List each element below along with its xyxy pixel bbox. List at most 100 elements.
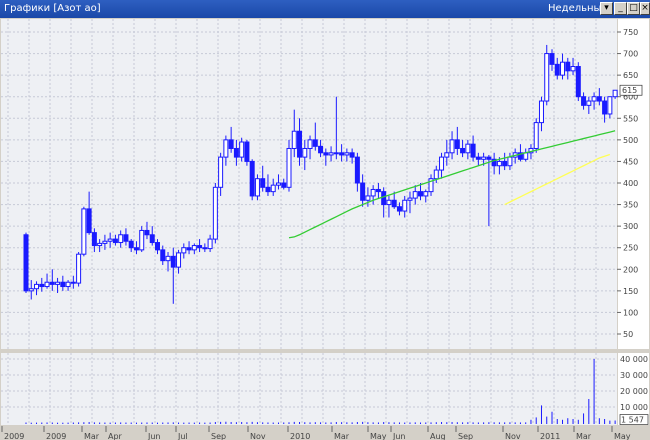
candle-down: [144, 229, 150, 236]
time-axis-label: 2009: [46, 432, 66, 440]
stock-chart[interactable]: 5010015020025030035040045050055060065070…: [0, 0, 650, 440]
candle-down: [60, 281, 66, 288]
candle-up: [433, 169, 439, 180]
candle-up: [212, 186, 218, 240]
candle-down: [186, 247, 192, 251]
candle-down: [260, 178, 266, 188]
candle-up: [607, 96, 613, 115]
candle-down: [155, 242, 160, 251]
last-volume-label: 1 547: [621, 416, 644, 425]
price-tick-label: 650: [623, 71, 638, 80]
price-tick-label: 250: [623, 244, 638, 253]
candle-up: [239, 141, 245, 158]
candle-down: [170, 255, 176, 268]
candle-down: [549, 53, 555, 65]
candle-up: [570, 66, 576, 72]
candle-up: [218, 156, 224, 188]
candle-down: [312, 139, 318, 147]
price-tick-label: 750: [623, 28, 638, 37]
candle-down: [470, 143, 476, 158]
candle-down: [454, 139, 460, 149]
candle-down: [502, 160, 508, 167]
candle-down: [70, 281, 76, 284]
candle-down: [575, 66, 581, 98]
candle-up: [34, 283, 40, 290]
time-axis-label: Jul: [177, 432, 188, 440]
candle-down: [339, 152, 345, 156]
candle-up: [586, 100, 592, 106]
candle-up: [118, 234, 124, 244]
candle-up: [423, 191, 429, 197]
volume-tick-label: 20 000: [620, 387, 648, 396]
volume-tick-label: 30 000: [620, 371, 648, 380]
time-axis-label: Nov: [505, 432, 521, 440]
candle-down: [23, 234, 29, 292]
candle-up: [139, 229, 145, 251]
candle-up: [275, 182, 281, 186]
candle-up: [55, 281, 61, 285]
candle-up: [76, 253, 82, 284]
candle-down: [128, 240, 134, 249]
candle-up: [270, 184, 276, 193]
candle-down: [460, 147, 466, 154]
candle-up: [407, 197, 413, 201]
candle-up: [223, 139, 229, 158]
price-tick-label: 350: [623, 201, 638, 210]
time-axis-label: Jun: [392, 432, 406, 440]
candle-up: [302, 147, 308, 158]
time-axis-label: 2009: [4, 432, 24, 440]
time-axis-label: Jun: [147, 432, 161, 440]
candle-down: [202, 247, 208, 250]
candle-down: [554, 63, 560, 76]
candle-down: [149, 234, 155, 244]
candle-up: [538, 100, 544, 124]
candle-up: [544, 53, 550, 102]
price-tick-label: 150: [623, 287, 638, 296]
candle-down: [391, 199, 397, 208]
candle-up: [176, 252, 182, 268]
candle-down: [354, 156, 360, 184]
candle-up: [533, 122, 539, 149]
price-tick-label: 300: [623, 222, 638, 231]
time-axis-label: Mar: [84, 432, 100, 440]
price-tick-label: 50: [623, 330, 633, 339]
volume-tick-label: 10 000: [620, 403, 648, 412]
candle-down: [160, 249, 166, 262]
candle-up: [333, 152, 339, 155]
candle-up: [107, 238, 113, 242]
candle-up: [612, 89, 618, 98]
candle-up: [496, 160, 502, 167]
time-axis-label: Sep: [211, 432, 226, 440]
candle-down: [49, 281, 55, 285]
candle-up: [191, 245, 197, 251]
candle-up: [328, 152, 334, 156]
candle-down: [249, 160, 255, 197]
candle-down: [581, 96, 587, 106]
candle-up: [291, 130, 297, 149]
candle-up: [507, 156, 513, 167]
candle-down: [381, 191, 387, 206]
candle-down: [486, 156, 492, 160]
candle-down: [228, 139, 234, 149]
candle-down: [39, 283, 45, 288]
candle-down: [318, 145, 324, 154]
price-tick-label: 450: [623, 157, 638, 166]
candle-down: [375, 188, 381, 193]
price-tick-label: 700: [623, 50, 638, 59]
candle-down: [596, 96, 602, 102]
candle-up: [412, 191, 418, 199]
candle-down: [360, 182, 366, 201]
time-axis-label: May: [370, 432, 387, 440]
candle-down: [323, 152, 329, 156]
candle-up: [449, 139, 455, 154]
price-tick-label: 550: [623, 114, 638, 123]
price-tick-label: 500: [623, 136, 638, 145]
candle-down: [396, 206, 402, 212]
candle-up: [386, 199, 392, 206]
price-tick-label: 100: [623, 308, 638, 317]
candle-down: [565, 61, 571, 72]
time-axis-label: Apr: [108, 432, 123, 440]
candle-up: [465, 143, 471, 154]
time-axis-label: Nov: [250, 432, 266, 440]
candle-up: [402, 199, 408, 212]
